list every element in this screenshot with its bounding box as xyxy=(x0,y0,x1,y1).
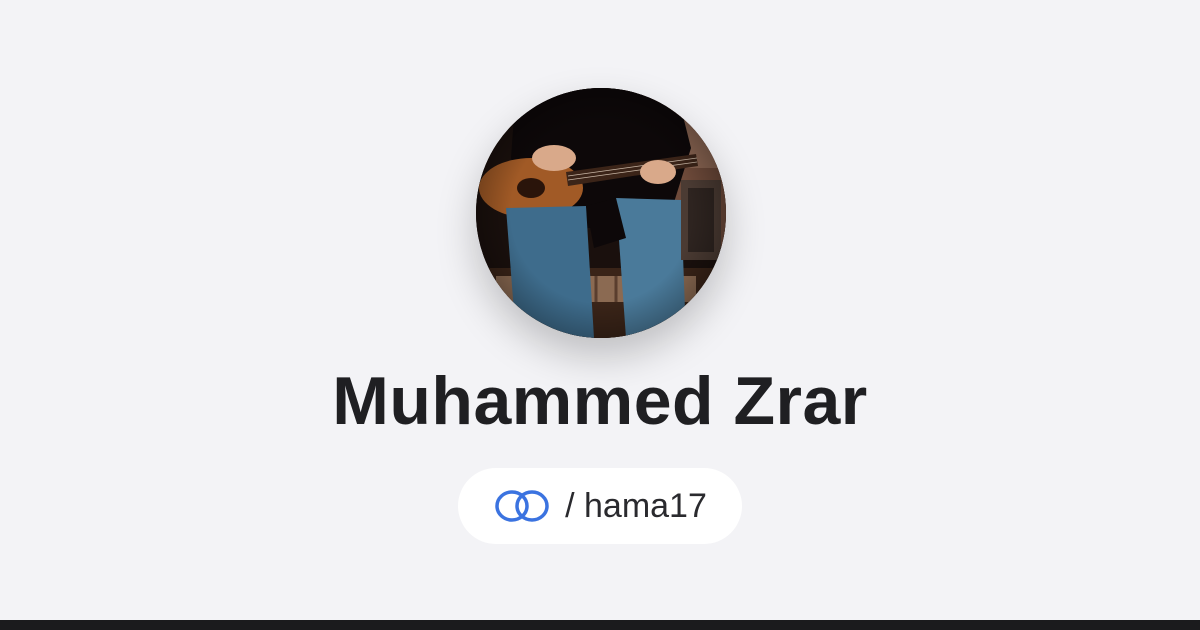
profile-card: Muhammed Zrar / hama17 xyxy=(0,0,1200,620)
profile-name: Muhammed Zrar xyxy=(332,363,868,439)
profile-handle: / hama17 xyxy=(565,486,707,525)
footer-bar xyxy=(0,620,1200,630)
linked-rings-icon xyxy=(495,490,549,522)
avatar[interactable] xyxy=(476,88,726,338)
avatar-image xyxy=(476,88,726,338)
profile-link-pill[interactable]: / hama17 xyxy=(458,468,742,544)
